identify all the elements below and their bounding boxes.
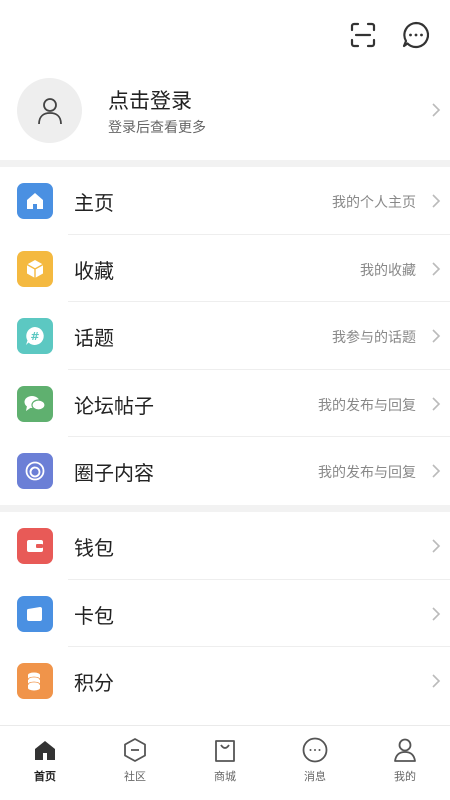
message-icon (301, 736, 329, 764)
chat-bubble-icon[interactable] (399, 18, 433, 52)
section-divider (0, 505, 450, 512)
chevron-right-icon (432, 103, 441, 117)
menu-item-circle-content[interactable]: 圈子内容 我的发布与回复 (0, 437, 450, 505)
tab-mall[interactable]: 商城 (180, 726, 270, 800)
scan-icon[interactable] (346, 18, 380, 52)
chevron-right-icon (432, 674, 441, 688)
tab-me[interactable]: 我的 (360, 726, 450, 800)
chevron-right-icon (432, 606, 441, 621)
menu-item-label: 主页 (74, 191, 114, 215)
tab-label: 消息 (304, 770, 326, 783)
avatar (17, 78, 82, 143)
top-bar (0, 0, 450, 70)
menu-item-card-wallet[interactable]: 卡包 (0, 580, 450, 647)
menu-item-subtitle: 我参与的话题 (332, 330, 416, 346)
menu-item-favorites[interactable]: 收藏 我的收藏 (0, 235, 450, 302)
menu-item-label: 圈子内容 (74, 461, 154, 485)
menu-item-label: 收藏 (74, 258, 114, 283)
user-icon (391, 736, 419, 764)
menu-item-label: 钱包 (74, 536, 114, 560)
circle-icon (17, 453, 53, 489)
login-title: 点击登录 (108, 89, 192, 113)
chevron-right-icon (432, 194, 441, 208)
menu-group-2: 钱包 卡包 积分 (0, 512, 450, 715)
forum-icon (17, 385, 53, 422)
coins-icon (17, 663, 53, 699)
card-icon (17, 595, 53, 632)
menu-item-label: 积分 (74, 671, 114, 695)
login-profile-row[interactable]: 点击登录 登录后查看更多 (0, 70, 450, 160)
user-avatar-icon (37, 97, 62, 124)
home-icon (17, 183, 53, 219)
menu-item-wallet[interactable]: 钱包 (0, 512, 450, 580)
menu-item-topics[interactable]: # 话题 我参与的话题 (0, 302, 450, 370)
tab-community[interactable]: 社区 (90, 726, 180, 800)
chevron-right-icon (432, 329, 441, 343)
box-icon (17, 250, 53, 287)
menu-item-label: 卡包 (74, 603, 114, 628)
section-divider (0, 160, 450, 167)
menu-item-forum-posts[interactable]: 论坛帖子 我的发布与回复 (0, 370, 450, 437)
menu-item-subtitle: 我的发布与回复 (318, 397, 416, 414)
menu-item-points[interactable]: 积分 (0, 647, 450, 715)
tab-label: 首页 (34, 770, 56, 783)
menu-item-label: 话题 (74, 326, 114, 350)
menu-item-subtitle: 我的收藏 (360, 262, 416, 279)
tab-label: 我的 (394, 770, 416, 783)
menu-item-subtitle: 我的个人主页 (332, 195, 416, 211)
home-icon (31, 736, 59, 764)
tab-messages[interactable]: 消息 (270, 726, 360, 800)
menu-item-label: 论坛帖子 (74, 393, 154, 418)
chevron-right-icon (432, 396, 441, 411)
menu-item-subtitle: 我的发布与回复 (318, 465, 416, 481)
svg-text:#: # (30, 330, 39, 343)
tab-home[interactable]: 首页 (0, 726, 90, 800)
hashtag-icon: # (17, 318, 53, 354)
shopping-bag-icon (211, 736, 239, 764)
wallet-icon (17, 528, 53, 564)
chevron-right-icon (432, 539, 441, 553)
tab-label: 商城 (214, 770, 236, 783)
community-icon (121, 736, 149, 764)
menu-group-1: 主页 我的个人主页 收藏 我的收藏 # 话题 我参与的话题 论坛帖子 我的发布与… (0, 167, 450, 505)
chevron-right-icon (432, 261, 441, 276)
menu-item-home[interactable]: 主页 我的个人主页 (0, 167, 450, 235)
login-subtitle: 登录后查看更多 (108, 120, 206, 136)
tab-label: 社区 (124, 770, 146, 783)
chevron-right-icon (432, 464, 441, 478)
bottom-tab-bar: 首页 社区 商城 消息 我的 (0, 725, 450, 800)
